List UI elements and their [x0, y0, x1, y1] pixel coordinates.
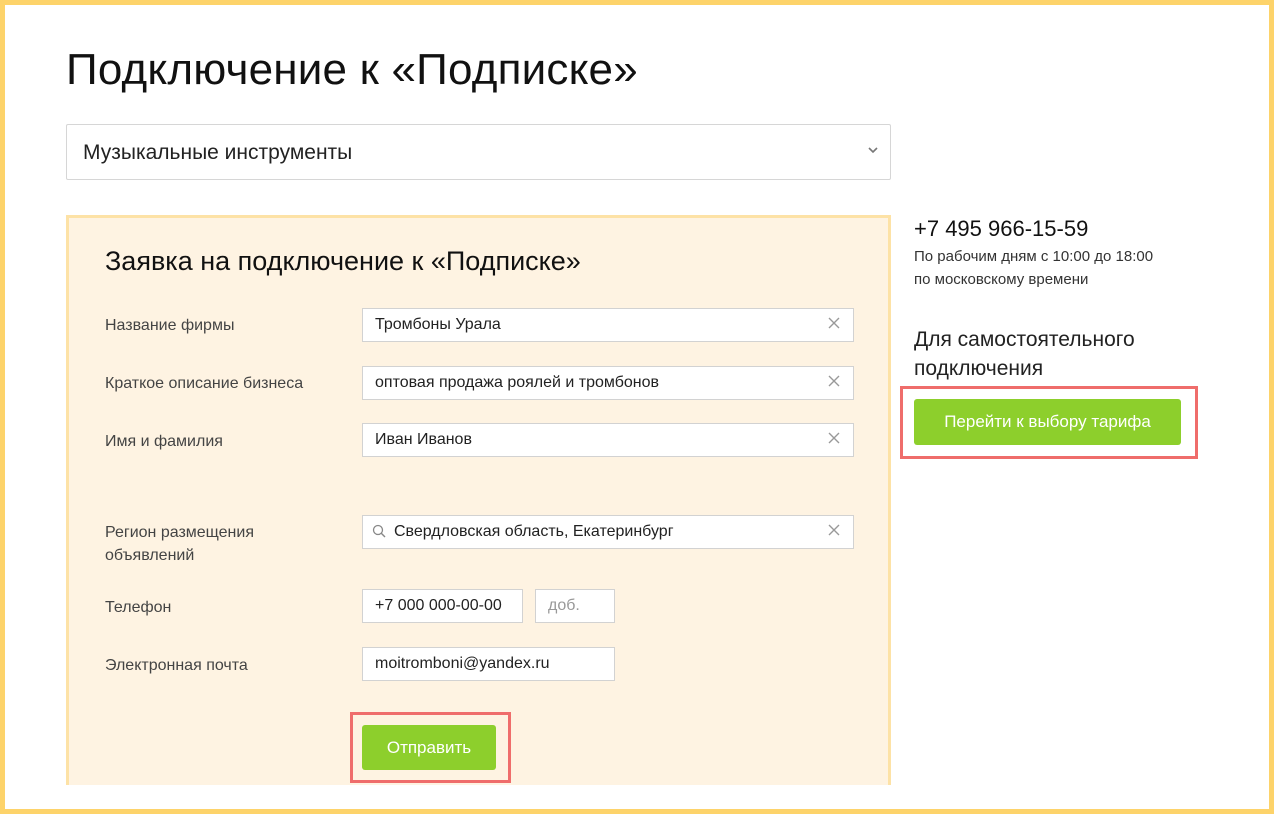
screenshot-frame: Подключение к «Подписке» Музыкальные инс…: [0, 0, 1274, 814]
phone-extension-placeholder: доб.: [548, 597, 580, 614]
email-input[interactable]: moitromboni@yandex.ru: [362, 647, 615, 681]
region-input[interactable]: Свердловская область, Екатеринбург: [362, 515, 854, 549]
self-connect-heading-line2: подключения: [914, 357, 1044, 380]
description-value: оптовая продажа роялей и тромбонов: [375, 374, 660, 391]
email-label: Электронная почта: [105, 657, 248, 674]
choose-tariff-button[interactable]: Перейти к выбору тарифа: [914, 399, 1181, 445]
description-input[interactable]: оптовая продажа роялей и тромбонов: [362, 366, 854, 400]
support-hours-line1: По рабочим дням с 10:00 до 18:00: [914, 248, 1154, 265]
phone-input[interactable]: +7 000 000-00-00: [362, 589, 523, 623]
phone-label: Телефон: [105, 599, 172, 616]
clear-icon[interactable]: [827, 431, 841, 445]
company-value: Тромбоны Урала: [375, 316, 501, 333]
region-label-line1: Регион размещения: [105, 524, 254, 541]
support-phone: +7 495 966-15-59: [914, 216, 1089, 241]
name-label: Имя и фамилия: [105, 433, 223, 450]
self-connect-heading-line1: Для самостоятельного: [914, 328, 1135, 351]
phone-extension-input[interactable]: доб.: [535, 589, 615, 623]
clear-icon[interactable]: [827, 374, 841, 388]
support-hours: По рабочим дням с 10:00 до 18:00 по моск…: [914, 245, 1153, 291]
description-label: Краткое описание бизнеса: [105, 375, 304, 392]
company-input[interactable]: Тромбоны Урала: [362, 308, 854, 342]
name-input[interactable]: Иван Иванов: [362, 423, 854, 457]
chevron-down-icon: [868, 143, 878, 158]
region-value: Свердловская область, Екатеринбург: [394, 523, 674, 540]
self-connect-heading: Для самостоятельного подключения: [914, 325, 1135, 383]
company-label: Название фирмы: [105, 317, 235, 334]
submit-button[interactable]: Отправить: [362, 725, 496, 770]
support-hours-line2: по московскому времени: [914, 271, 1089, 288]
email-value: moitromboni@yandex.ru: [375, 655, 550, 672]
region-label-line2: объявлений: [105, 547, 195, 564]
application-form: Заявка на подключение к «Подписке» Назва…: [66, 215, 891, 785]
category-select[interactable]: Музыкальные инструменты: [66, 124, 891, 180]
category-select-value: Музыкальные инструменты: [83, 141, 353, 164]
form-title: Заявка на подключение к «Подписке»: [105, 246, 581, 276]
phone-value: +7 000 000-00-00: [375, 597, 502, 614]
clear-icon[interactable]: [827, 523, 841, 537]
page-title: Подключение к «Подписке»: [66, 45, 638, 94]
name-value: Иван Иванов: [375, 431, 472, 448]
clear-icon[interactable]: [827, 316, 841, 330]
search-icon: [372, 524, 386, 538]
